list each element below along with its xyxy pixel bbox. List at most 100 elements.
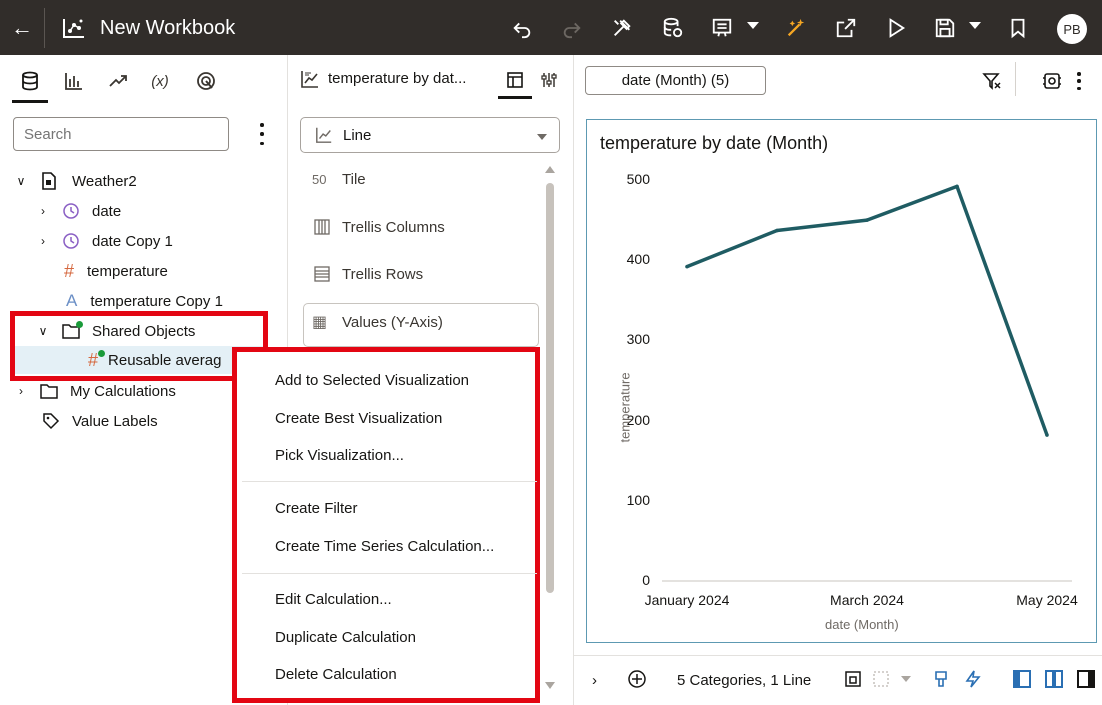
menu-item-pick-viz[interactable]: Pick Visualization... — [275, 447, 404, 464]
canvas-layout-icon[interactable] — [842, 668, 864, 690]
middle-panel-toggle-icon[interactable] — [1043, 668, 1065, 690]
more-options-icon[interactable] — [1072, 69, 1086, 93]
grid-layout-icon[interactable] — [870, 668, 892, 690]
viz-status-text: 5 Categories, 1 Line — [677, 671, 812, 689]
data-icon[interactable] — [12, 69, 48, 103]
tree-item-date-copy[interactable]: › date Copy 1 — [36, 227, 173, 255]
analytics-icon[interactable] — [106, 69, 130, 93]
tree-item-value-labels[interactable]: Value Labels — [42, 407, 158, 435]
visualizations-icon[interactable] — [62, 69, 86, 93]
calculations-icon[interactable]: (x) — [148, 69, 172, 93]
active-tab-underline — [498, 96, 532, 99]
tree-label: Reusable averag — [108, 351, 222, 369]
viz-type-select[interactable]: Line — [300, 117, 560, 153]
lightning-icon[interactable] — [962, 668, 984, 690]
menu-item-create-filter[interactable]: Create Filter — [275, 500, 358, 517]
line-chart-icon — [301, 71, 318, 88]
left-panel-tabs: (x) — [0, 55, 287, 105]
trellis-columns-icon — [314, 219, 330, 235]
y-tick-label: 100 — [626, 491, 650, 508]
toolbar-divider — [1015, 62, 1016, 96]
undo-icon[interactable] — [508, 14, 536, 42]
y-axis-label: temperature — [617, 372, 633, 443]
right-panel-toggle-icon[interactable] — [1075, 668, 1097, 690]
drop-target-tile[interactable]: 50 Tile — [312, 167, 366, 191]
y-tick-label: 300 — [626, 331, 650, 348]
scrollbar-thumb[interactable] — [546, 183, 554, 593]
scroll-down-icon[interactable] — [545, 682, 555, 689]
properties-tab-icon[interactable] — [538, 69, 560, 91]
x-tick-label: May 2024 — [1016, 592, 1078, 608]
tree-label: Value Labels — [72, 412, 158, 430]
drop-target-label: Tile — [342, 170, 366, 188]
menu-separator — [242, 481, 537, 482]
brush-icon[interactable] — [930, 668, 952, 690]
grammar-tab-icon[interactable] — [504, 69, 526, 91]
tree-item-reusable-average[interactable]: # Reusable averag — [88, 346, 221, 374]
chevron-right-icon[interactable]: › — [14, 384, 28, 398]
tag-icon — [43, 413, 60, 430]
tree-item-temperature[interactable]: # temperature — [64, 257, 168, 285]
chart-title: temperature by date (Month) — [600, 133, 829, 153]
context-menu: Add to Selected Visualization Create Bes… — [232, 347, 540, 703]
menu-item-edit-calculation[interactable]: Edit Calculation... — [275, 591, 392, 608]
viz-name[interactable]: temperature by dat... — [328, 70, 466, 87]
data-refresh-icon[interactable] — [659, 14, 687, 42]
redo-icon[interactable] — [558, 14, 586, 42]
tree-item-shared-objects[interactable]: ∨ Shared Objects — [36, 317, 195, 345]
scroll-up-icon[interactable] — [545, 166, 555, 173]
auto-insights-icon[interactable] — [782, 14, 810, 42]
tools-icon[interactable] — [608, 14, 636, 42]
tree-item-temperature-copy[interactable]: A temperature Copy 1 — [66, 287, 223, 315]
back-arrow-icon[interactable]: ← — [0, 0, 44, 55]
tree-item-my-calculations[interactable]: › My Calculations — [14, 377, 176, 405]
toolbar-divider — [44, 8, 45, 48]
drop-target-trellis-columns[interactable]: Trellis Columns — [312, 215, 445, 239]
chevron-down-icon[interactable] — [900, 668, 912, 690]
tree-item-weather2[interactable]: ∨ Weather2 — [14, 167, 137, 195]
filter-settings-icon[interactable] — [980, 69, 1004, 93]
add-canvas-icon[interactable] — [626, 668, 648, 690]
chevron-right-icon[interactable]: › — [36, 234, 50, 248]
measure-hash-icon: # — [64, 260, 75, 281]
y-tick-label: 500 — [626, 171, 650, 187]
menu-item-create-best-viz[interactable]: Create Best Visualization — [275, 410, 442, 427]
tree-label: My Calculations — [70, 382, 176, 400]
save-icon[interactable] — [931, 14, 959, 42]
top-toolbar: ← New Workbook PB — [0, 0, 1102, 55]
search-input[interactable] — [13, 117, 229, 151]
panel-divider — [573, 55, 574, 705]
present-icon[interactable] — [708, 14, 736, 42]
folder-icon — [62, 321, 83, 340]
measure-hash-icon: # — [88, 349, 105, 371]
bookmark-icon[interactable] — [1004, 14, 1032, 42]
y-tick-label: 0 — [642, 572, 650, 588]
more-options-icon[interactable] — [255, 123, 269, 145]
menu-item-add-to-selected-viz[interactable]: Add to Selected Visualization — [275, 372, 469, 389]
filter-pill-date-month[interactable]: date (Month) (5) — [585, 66, 766, 95]
line-chart-icon — [316, 127, 332, 143]
export-icon[interactable] — [832, 14, 860, 42]
x-tick-label: January 2024 — [644, 592, 730, 608]
menu-item-create-time-series-calc[interactable]: Create Time Series Calculation... — [275, 538, 494, 555]
drop-target-trellis-rows[interactable]: Trellis Rows — [312, 262, 423, 286]
tree-item-date[interactable]: › date — [36, 197, 121, 225]
save-menu-caret[interactable] — [969, 22, 981, 29]
preview-play-icon[interactable] — [882, 14, 910, 42]
drop-target-values-y[interactable]: ▦ Values (Y-Axis) — [312, 310, 443, 334]
chevron-right-icon[interactable]: › — [592, 668, 597, 692]
workbook-title[interactable]: New Workbook — [100, 17, 235, 40]
canvas-settings-icon[interactable] — [1040, 69, 1064, 93]
user-avatar[interactable]: PB — [1057, 14, 1087, 44]
left-panel-toggle-icon[interactable] — [1011, 668, 1033, 690]
visualization-canvas[interactable] — [586, 119, 1097, 643]
menu-item-delete-calculation[interactable]: Delete Calculation — [275, 666, 397, 683]
menu-item-duplicate-calculation[interactable]: Duplicate Calculation — [275, 629, 416, 646]
chevron-down-icon[interactable]: ∨ — [14, 174, 28, 188]
shared-status-dot — [98, 349, 105, 357]
chevron-right-icon[interactable]: › — [36, 204, 50, 218]
chevron-down-icon[interactable]: ∨ — [36, 324, 50, 338]
chevron-down-icon — [537, 134, 547, 140]
insights-icon[interactable] — [194, 69, 218, 93]
present-menu-caret[interactable] — [747, 22, 759, 29]
